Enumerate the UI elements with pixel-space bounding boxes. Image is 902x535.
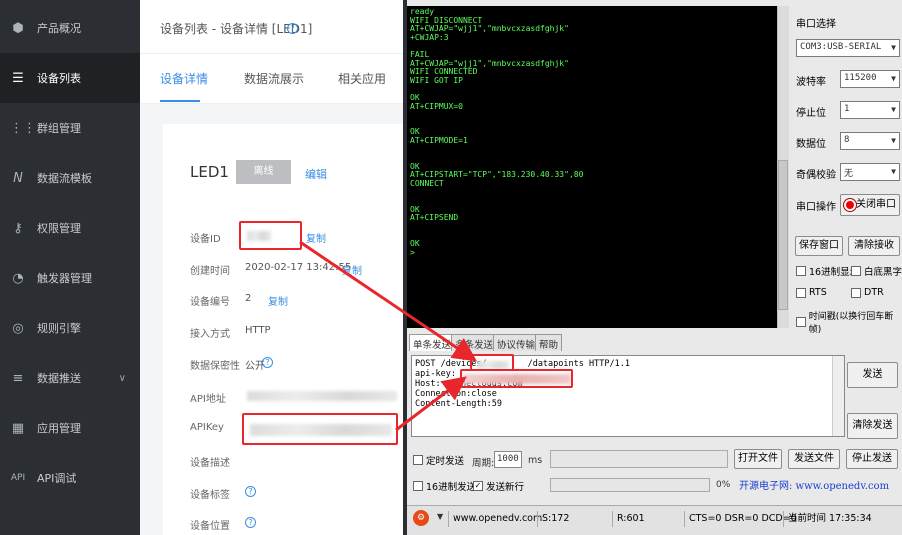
annotation-arrows	[299, 240, 477, 432]
arrow-device-id	[299, 240, 477, 362]
arrow-apikey	[395, 376, 467, 432]
